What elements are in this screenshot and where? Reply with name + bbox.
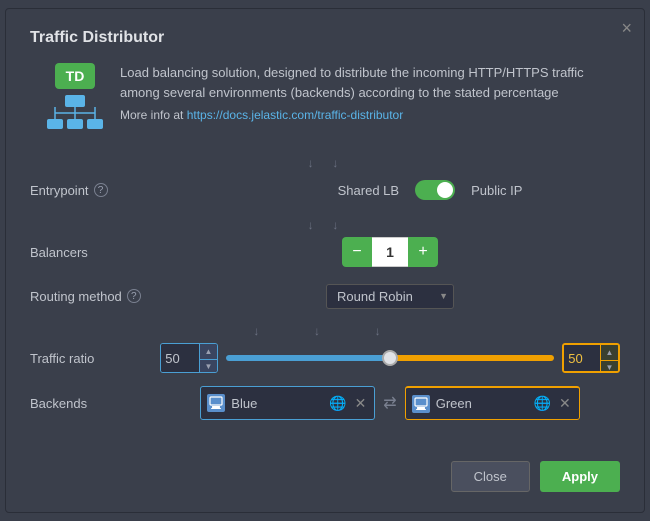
dialog-close-button[interactable]: ×	[621, 19, 632, 37]
backend-right-icon	[412, 395, 430, 413]
entrypoint-row: Entrypoint ? Shared LB Public IP	[30, 174, 620, 206]
swap-icon[interactable]: ⇄	[383, 393, 396, 413]
backend-right-name: Green	[436, 396, 528, 411]
entrypoint-help-icon[interactable]: ?	[94, 183, 108, 197]
close-button[interactable]: Close	[451, 461, 530, 492]
logo-icon	[45, 95, 105, 138]
left-spinner-down[interactable]: ▼	[199, 360, 217, 374]
routing-row: Routing method ? Round Robin Sticky Sess…	[30, 280, 620, 312]
balancers-arrows: ↓ ↓	[30, 218, 620, 232]
backend-left-globe-icon[interactable]: 🌐	[329, 395, 346, 412]
right-spinner-down[interactable]: ▼	[600, 361, 618, 374]
balancers-value: 1	[372, 237, 408, 267]
more-info-link[interactable]: https://docs.jelastic.com/traffic-distri…	[187, 108, 404, 122]
right-spinner-arrows: ▲ ▼	[600, 345, 618, 373]
traffic-ratio-row: Traffic ratio ▲ ▼ ▲ ▼	[30, 342, 620, 374]
backend-left-name: Blue	[231, 396, 323, 411]
shared-lb-toggle[interactable]	[415, 180, 455, 200]
traffic-left-input[interactable]	[161, 344, 199, 372]
backend-right-close-button[interactable]: ✕	[557, 395, 573, 412]
entrypoint-label: Entrypoint ?	[30, 183, 160, 198]
toggle-slider	[415, 180, 455, 200]
slider-track	[226, 355, 554, 361]
traffic-arrows: ↓ ↓ ↓	[30, 324, 620, 338]
backends-label: Backends	[30, 396, 160, 411]
routing-help-icon[interactable]: ?	[127, 289, 141, 303]
balancers-minus-button[interactable]: −	[342, 237, 372, 267]
td-badge: TD	[55, 63, 95, 89]
top-section: TD Load balancing solution, designed to …	[30, 63, 620, 138]
more-info: More info at https://docs.jelastic.com/t…	[120, 108, 620, 122]
description-text: Load balancing solution, designed to dis…	[120, 63, 620, 102]
backend-left-wrap: Blue 🌐 ✕	[200, 386, 375, 420]
dialog-footer: Close Apply	[451, 461, 620, 492]
backends-row: Backends Blue 🌐 ✕ ⇄	[30, 386, 620, 420]
public-ip-label: Public IP	[471, 183, 522, 198]
slider-thumb[interactable]	[382, 350, 398, 366]
backend-left-close-button[interactable]: ✕	[353, 395, 369, 412]
backend-right-globe-icon[interactable]: 🌐	[534, 395, 551, 412]
routing-select-wrap: Round Robin Sticky Sessions Failover	[326, 284, 454, 309]
traffic-distributor-dialog: × Traffic Distributor TD Load balancing …	[5, 8, 645, 513]
traffic-right-input[interactable]	[564, 345, 602, 371]
traffic-ratio-label: Traffic ratio	[30, 351, 160, 366]
shared-lb-label: Shared LB	[338, 183, 399, 198]
left-spinner-up[interactable]: ▲	[199, 344, 217, 360]
balancers-counter: − 1 +	[342, 237, 438, 267]
traffic-right-spinner: ▲ ▼	[562, 343, 620, 373]
backend-right-wrap: Green 🌐 ✕	[405, 386, 580, 420]
balancers-label: Balancers	[30, 245, 160, 260]
balancers-plus-button[interactable]: +	[408, 237, 438, 267]
dialog-title: Traffic Distributor	[30, 29, 620, 47]
logo-area: TD	[30, 63, 120, 138]
apply-button[interactable]: Apply	[540, 461, 620, 492]
right-spinner-up[interactable]: ▲	[600, 345, 618, 361]
left-spinner-arrows: ▲ ▼	[199, 344, 217, 373]
entrypoint-arrows: ↓ ↓	[30, 156, 620, 170]
balancers-row: Balancers − 1 +	[30, 236, 620, 268]
routing-label: Routing method ?	[30, 289, 160, 304]
description-area: Load balancing solution, designed to dis…	[120, 63, 620, 122]
routing-select[interactable]: Round Robin Sticky Sessions Failover	[326, 284, 454, 309]
traffic-left-spinner: ▲ ▼	[160, 343, 218, 373]
backend-left-icon	[207, 394, 225, 412]
